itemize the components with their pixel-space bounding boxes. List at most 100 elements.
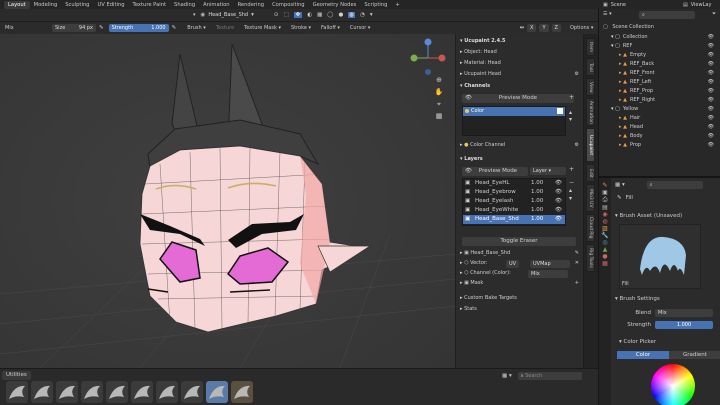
close-icon[interactable]: ✕ bbox=[575, 259, 579, 268]
custom-bake-row[interactable]: ▸ Custom Bake Targets bbox=[460, 294, 579, 303]
overlay-icon[interactable]: ◐ bbox=[307, 12, 312, 18]
gizmo-icon[interactable]: ✥ bbox=[293, 12, 303, 18]
material-row[interactable]: ▸ Material: Head bbox=[460, 59, 579, 68]
falloff-menu[interactable]: Falloff ▾ bbox=[318, 24, 343, 32]
layer-visibility-icon[interactable]: 👁 bbox=[555, 206, 562, 215]
brush-thumbnail[interactable] bbox=[231, 381, 253, 403]
outliner-display-icon[interactable]: ☰ ▾ bbox=[603, 11, 612, 17]
axis-z-toggle[interactable]: Z bbox=[551, 24, 561, 32]
mask-row[interactable]: ▸ ▣ Mask + bbox=[460, 279, 579, 288]
settings-gear-icon[interactable]: ⚙ bbox=[575, 70, 579, 79]
visibility-icon[interactable]: 👁 bbox=[708, 96, 714, 105]
brush-thumbnail[interactable] bbox=[206, 381, 228, 403]
tab-mio3-uv[interactable]: Mio3 UV bbox=[586, 184, 595, 212]
brush-thumbnail[interactable] bbox=[181, 381, 203, 403]
visibility-icon[interactable]: 👁 bbox=[708, 105, 714, 114]
brush-thumbnail[interactable] bbox=[131, 381, 153, 403]
layer-opacity[interactable]: 1.00 bbox=[531, 188, 543, 197]
layer-wrench-icon[interactable]: ✎ bbox=[575, 249, 579, 258]
color-picker-header[interactable]: ▾ Color Picker bbox=[619, 339, 656, 345]
layer-opacity[interactable]: 1.00 bbox=[531, 215, 543, 224]
move-down-icon[interactable]: ▾ bbox=[569, 116, 577, 123]
layer-row[interactable]: ▣ Head_Eyebrow 1.00 👁 bbox=[463, 188, 565, 197]
outliner-row[interactable]: ▸ ▲ Empty 👁 bbox=[599, 51, 720, 60]
brush-thumbnail[interactable] bbox=[31, 381, 53, 403]
color-wheel[interactable] bbox=[651, 364, 695, 405]
brush-thumbnail[interactable] bbox=[6, 381, 28, 403]
tab-rendering[interactable]: Rendering bbox=[234, 1, 269, 9]
scene-collection-row[interactable]: ▢ Scene Collection bbox=[599, 23, 720, 32]
channels-header[interactable]: ▾ Channels bbox=[460, 82, 579, 91]
xray-icon[interactable]: ▦ bbox=[317, 12, 322, 18]
tab-animation[interactable]: Animation bbox=[586, 98, 595, 126]
shading-solid-icon[interactable]: ● bbox=[338, 12, 343, 18]
axis-x-icon[interactable] bbox=[438, 54, 446, 62]
outliner-row[interactable]: ▸ ▲ REF_Right 👁 bbox=[599, 96, 720, 105]
visibility-icon[interactable]: 👁 bbox=[708, 60, 714, 69]
layer-row[interactable]: ▣ Head_Eyelash 1.00 👁 bbox=[463, 197, 565, 206]
add-mask-icon[interactable]: + bbox=[575, 279, 579, 288]
layer-up-icon[interactable]: ▴ bbox=[569, 187, 574, 195]
visibility-icon[interactable]: 👁 bbox=[708, 141, 714, 150]
layer-visibility-icon[interactable]: 👁 bbox=[555, 197, 562, 206]
layer-opacity[interactable]: 1.00 bbox=[531, 179, 543, 188]
modifier-tab-icon[interactable]: 🔧 bbox=[599, 232, 611, 239]
tab-sculpting[interactable]: Sculpting bbox=[61, 1, 93, 9]
render-tab-icon[interactable]: ▣ bbox=[599, 189, 611, 196]
data-tab-icon[interactable]: ▲ bbox=[599, 246, 611, 253]
move-up-icon[interactable]: ▴ bbox=[569, 109, 577, 116]
strength-field[interactable]: Strength 1.000 bbox=[108, 24, 169, 32]
outliner-row[interactable]: ▸ ▲ Prop 👁 bbox=[599, 141, 720, 150]
blend-mode-dropdown[interactable]: Mix bbox=[2, 24, 44, 32]
tab-uv-editing[interactable]: UV Editing bbox=[93, 1, 128, 9]
blend-dropdown[interactable]: Mix bbox=[655, 309, 713, 317]
outliner-row[interactable]: ▾ ▢ Yellow 👁 bbox=[599, 105, 720, 114]
brush-thumbnail[interactable] bbox=[56, 381, 78, 403]
preview-mode-button[interactable]: 👁 Preview Mode bbox=[462, 94, 574, 103]
toggle-eraser-button[interactable]: Toggle Eraser bbox=[462, 237, 576, 246]
object-tab-icon[interactable]: ▨ bbox=[599, 225, 611, 232]
select-icon[interactable]: ⬚ bbox=[283, 12, 288, 18]
physics-tab-icon[interactable]: ◎ bbox=[599, 239, 611, 246]
layer-visibility-icon[interactable]: 👁 bbox=[555, 179, 562, 188]
tab-ucupaint[interactable]: Ucupaint bbox=[586, 128, 595, 162]
outliner-row[interactable]: ▸ ▲ REF_Left 👁 bbox=[599, 78, 720, 87]
stats-row[interactable]: ▸ Stats bbox=[460, 305, 579, 314]
brush-asset-header[interactable]: ▾ Brush Asset (Unsaved) bbox=[615, 213, 682, 219]
visibility-icon[interactable]: 👁 bbox=[708, 51, 714, 60]
brush-menu[interactable]: Brush ▾ bbox=[184, 24, 209, 32]
zoom-icon[interactable]: ⊕ bbox=[433, 76, 445, 88]
axis-x-toggle[interactable]: X bbox=[527, 24, 537, 32]
color-tab[interactable]: Color bbox=[617, 351, 669, 359]
channel-swatch[interactable] bbox=[557, 108, 563, 114]
visibility-icon[interactable]: 👁 bbox=[708, 42, 714, 51]
visibility-icon[interactable]: 👁 bbox=[708, 114, 714, 123]
shading-options-icon[interactable]: ▾ bbox=[370, 12, 373, 18]
visibility-icon[interactable]: 👁 bbox=[708, 33, 714, 42]
visibility-icon[interactable]: 👁 bbox=[708, 69, 714, 78]
strength-pressure-icon[interactable]: ✎ bbox=[172, 25, 177, 31]
tab-geometry-nodes[interactable]: Geometry Nodes bbox=[309, 1, 361, 9]
object-row[interactable]: ▸ Object: Head bbox=[460, 48, 579, 57]
axis-y-toggle[interactable]: Y bbox=[539, 24, 549, 32]
filter-icon[interactable]: ⏷ bbox=[712, 10, 716, 19]
shelf-search-input[interactable]: ⌕ Search bbox=[517, 371, 582, 380]
uv-map-dropdown[interactable]: UVMap bbox=[530, 260, 570, 268]
tab-modeling[interactable]: Modeling bbox=[30, 1, 62, 9]
outliner-row[interactable]: ▾ ▢ REF 👁 bbox=[599, 42, 720, 51]
visibility-icon[interactable]: 👁 bbox=[708, 132, 714, 141]
active-layer-row[interactable]: ▸ ▣ Head_Base_Shd ✎ bbox=[460, 249, 579, 258]
layer-down-icon[interactable]: ▾ bbox=[569, 195, 574, 203]
strength-slider[interactable]: 1.000 bbox=[655, 321, 713, 329]
tool-tab-icon[interactable]: ✎ bbox=[599, 182, 611, 189]
tab-layout[interactable]: Layout bbox=[4, 0, 30, 9]
layer-opacity[interactable]: 1.00 bbox=[531, 197, 543, 206]
brush-settings-header[interactable]: ▾ Brush Settings bbox=[615, 296, 660, 302]
scene-tab-icon[interactable]: ◉ bbox=[599, 211, 611, 218]
navigation-gizmo[interactable] bbox=[408, 38, 448, 78]
texture-menu[interactable]: Texture bbox=[213, 24, 237, 32]
brush-asset-preview[interactable]: Fill bbox=[619, 224, 701, 289]
axis-y-icon[interactable] bbox=[410, 54, 418, 62]
view-layer-tab-icon[interactable]: ▤ bbox=[599, 204, 611, 211]
scene-selector[interactable]: ▣ Scene bbox=[603, 0, 626, 9]
